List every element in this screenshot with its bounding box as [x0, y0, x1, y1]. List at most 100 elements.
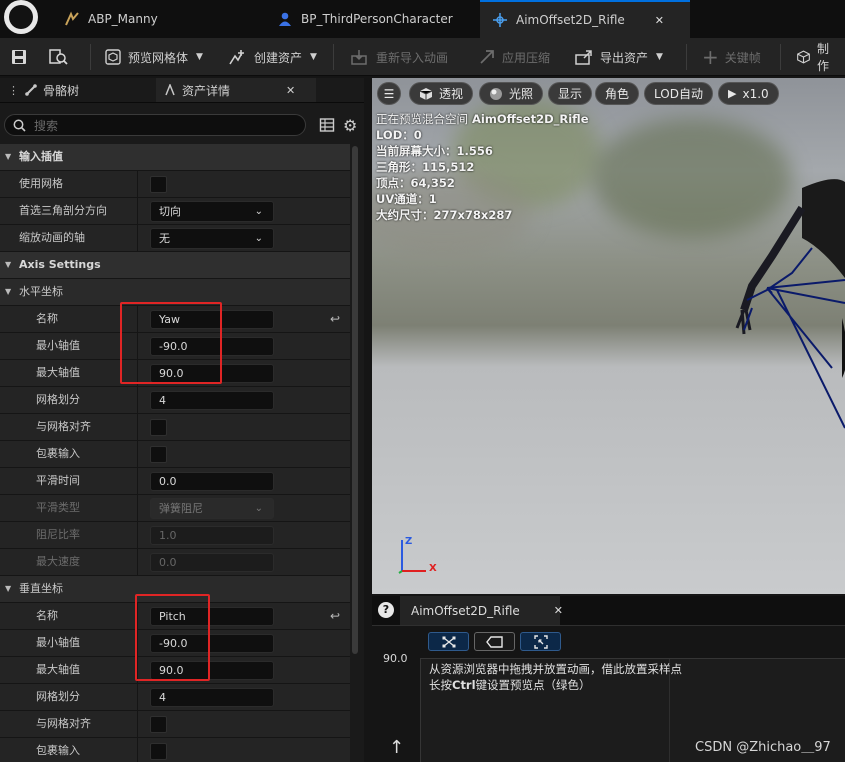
label-toggle-button[interactable]	[474, 632, 515, 651]
select-nodes-icon	[442, 636, 455, 647]
reset-to-default-icon[interactable]: ↩	[330, 306, 340, 332]
search-icon	[13, 119, 26, 132]
stat-asset-name: AimOffset2D_Rifle	[472, 112, 589, 126]
chevron-down-icon: ▼	[310, 52, 317, 62]
v-wrap-checkbox[interactable]	[150, 743, 167, 760]
show-button[interactable]: 显示	[548, 82, 593, 105]
panel-divider	[372, 625, 845, 626]
axis-z-label: Z	[405, 536, 413, 547]
prop-label: 包裹输入	[36, 744, 80, 757]
smooth-type-dropdown[interactable]: 弹簧阻尼 ⌄	[150, 498, 274, 519]
collapse-arrow-icon: ▼	[5, 584, 12, 593]
details-icon	[165, 84, 175, 96]
character-button[interactable]: 角色	[595, 82, 640, 105]
v-snap-checkbox[interactable]	[150, 716, 167, 733]
prop-h-wrap: 包裹输入	[0, 441, 350, 468]
select-mode-button[interactable]	[428, 632, 469, 651]
watermark: CSDN @Zhichao＿97	[695, 740, 831, 755]
play-icon: ▶	[728, 87, 737, 100]
lod-auto-button[interactable]: LOD自动	[644, 82, 713, 105]
tab-bp-thirdperson[interactable]: BP_ThirdPersonCharacter	[265, 0, 475, 38]
prop-label: 名称	[36, 609, 58, 622]
search-input[interactable]: 搜索	[4, 114, 306, 136]
v-grid-input[interactable]: 4	[150, 688, 274, 707]
panel-divider	[0, 102, 364, 103]
dropdown-value: 弹簧阻尼	[159, 502, 203, 515]
tab-skeleton-tree[interactable]: ⋮ 骨骼树	[0, 78, 152, 102]
unreal-logo-icon[interactable]	[4, 0, 38, 34]
help-icon[interactable]: ?	[378, 602, 394, 618]
prop-label: 包裹输入	[36, 447, 80, 460]
export-asset-button[interactable]: 导出资产 ▼	[566, 42, 671, 72]
stat-lod: LOD：0	[376, 128, 422, 142]
apply-compression-label: 应用压缩	[502, 50, 551, 65]
prop-label: 与网格对齐	[36, 717, 91, 730]
highlight-box-horizontal	[120, 302, 222, 384]
create-asset-icon	[229, 50, 244, 65]
tab-blendspace-asset[interactable]: AimOffset2D_Rifle ✕	[400, 596, 563, 625]
chevron-down-icon: ⌄	[254, 503, 263, 514]
prop-label: 阻尼比率	[36, 528, 80, 541]
browse-asset-button[interactable]	[40, 42, 76, 72]
reset-to-default-icon[interactable]: ↩	[330, 603, 340, 629]
prop-label: 缩放动画的轴	[19, 231, 85, 244]
skeleton-icon: ⋮	[8, 83, 19, 97]
scrollbar[interactable]	[352, 146, 358, 654]
hint-ctrl-preview: 长按Ctrl键设置预览点（绿色）	[429, 677, 591, 693]
preview-mesh-button[interactable]: 预览网格体 ▼	[96, 42, 211, 72]
scale-axis-dropdown[interactable]: 无 ⌄	[150, 228, 274, 249]
tab-asset-details[interactable]: 资产详情 ✕	[156, 78, 316, 102]
tab-label: 资产详情	[182, 83, 231, 98]
close-panel-icon[interactable]: ✕	[286, 84, 295, 97]
chevron-down-icon: ▼	[656, 52, 663, 62]
stat-label: 正在预览混合空间	[376, 112, 468, 126]
h-wrap-checkbox[interactable]	[150, 446, 167, 463]
h-snap-checkbox[interactable]	[150, 419, 167, 436]
playback-speed-button[interactable]: ▶ x1.0	[718, 82, 779, 105]
prop-label: 平滑类型	[36, 501, 80, 514]
close-tab-icon[interactable]: ✕	[554, 604, 563, 617]
create-asset-button[interactable]: 创建资产 ▼	[220, 42, 325, 72]
search-placeholder: 搜索	[34, 118, 59, 133]
y-axis-arrow-icon: ↑	[389, 737, 405, 758]
hint-key: Ctrl	[452, 678, 476, 692]
h-max-speed-input[interactable]: 0.0	[150, 553, 274, 572]
export-asset-label: 导出资产	[600, 50, 649, 65]
lit-label: 光照	[509, 87, 534, 101]
stat-uv: UV通道：1	[376, 192, 437, 206]
gear-icon[interactable]: ⚙	[343, 116, 357, 135]
perspective-button[interactable]: 透视	[409, 82, 474, 105]
save-button[interactable]	[2, 42, 36, 72]
toolbar: 预览网格体 ▼ 创建资产 ▼ 重新导入动画 应用压缩 导出资产 ▼ + 关键帧 …	[0, 38, 845, 76]
toolbar-divider	[686, 44, 687, 70]
add-keyframe-button[interactable]: + 关键帧	[694, 42, 769, 72]
use-grid-checkbox[interactable]	[150, 176, 167, 193]
preview-viewport[interactable]: ☰ 透视 光照 显示 角色 LOD自动 ▶ x1.0 正在预览混合空间 AimO…	[372, 78, 845, 594]
viewport-menu-button[interactable]: ☰	[377, 82, 401, 105]
tab-aimoffset2d-rifle[interactable]: AimOffset2D_Rifle ✕	[480, 0, 690, 38]
make-button[interactable]: 制作	[788, 42, 845, 73]
fit-view-button[interactable]	[520, 632, 561, 651]
browse-search-icon	[49, 49, 68, 65]
category-axis-settings[interactable]: ▼ Axis Settings	[0, 252, 350, 279]
tab-abp-manny[interactable]: ABP_Manny	[52, 0, 257, 38]
h-damping-input[interactable]: 1.0	[150, 526, 274, 545]
menu-icon: ☰	[383, 86, 395, 101]
reimport-animation-button[interactable]: 重新导入动画	[342, 42, 456, 72]
hint-drag-animation: 从资源浏览器中拖拽并放置动画，借此放置采样点	[429, 662, 682, 676]
h-grid-input[interactable]: 4	[150, 391, 274, 410]
h-smooth-time-input[interactable]: 0.0	[150, 472, 274, 491]
reimport-icon	[351, 50, 367, 65]
lit-mode-button[interactable]: 光照	[479, 82, 544, 105]
triangulation-dropdown[interactable]: 切向 ⌄	[150, 201, 274, 222]
aim-offset-icon	[492, 12, 508, 28]
hint-text: 长按	[429, 678, 452, 692]
apply-compression-button[interactable]: 应用压缩	[470, 42, 558, 72]
toolbar-divider	[780, 44, 781, 70]
prop-label: 与网格对齐	[36, 420, 91, 433]
table-view-icon[interactable]	[319, 117, 335, 136]
toolbar-divider	[90, 44, 91, 70]
keyframe-label: 关键帧	[724, 50, 761, 65]
close-tab-icon[interactable]: ✕	[655, 14, 664, 27]
category-input-interpolation[interactable]: ▼ 输入插值	[0, 144, 350, 171]
